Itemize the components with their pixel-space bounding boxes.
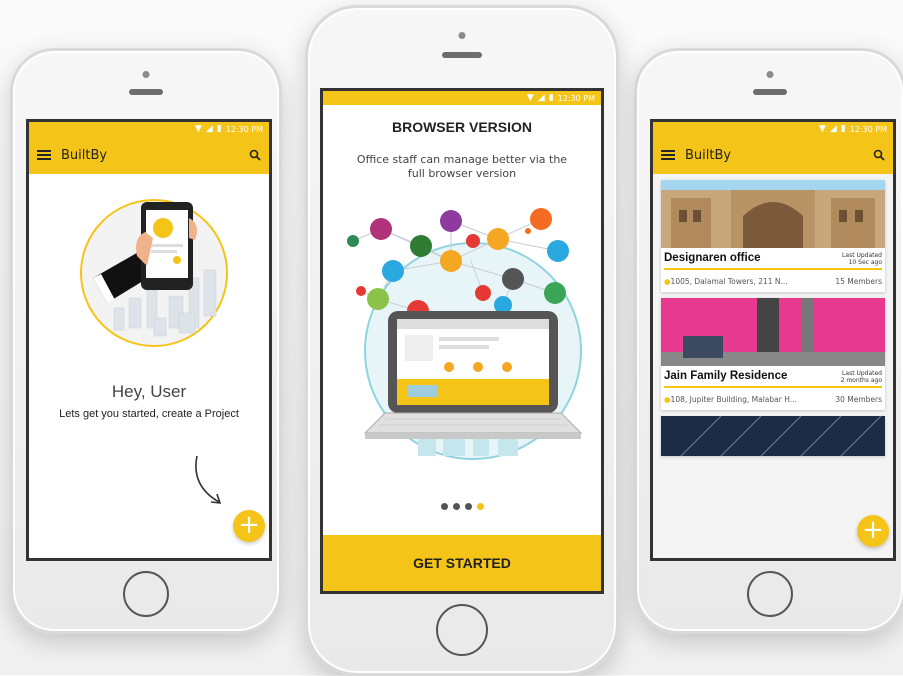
last-updated-value: 2 months ago [840, 377, 882, 384]
status-bar: ▼ ◢ ▮ 12:30 PM [653, 122, 893, 136]
last-updated: Last Updated 2 months ago [841, 370, 882, 384]
app-title: BuiltBy [685, 147, 732, 163]
home-button [747, 571, 793, 617]
onboarding-title: BROWSER VERSION [391, 119, 532, 135]
home-button [123, 571, 169, 617]
signal-icon: ◢ [829, 124, 837, 134]
search-icon[interactable] [873, 149, 885, 161]
battery-icon: ▮ [840, 124, 846, 134]
get-started-button[interactable]: GET STARTED [323, 535, 601, 591]
wifi-icon: ▼ [526, 93, 534, 103]
status-time: 12:30 PM [849, 124, 887, 134]
curved-arrow-icon [195, 455, 222, 504]
greeting-heading: Hey, User [111, 382, 187, 401]
screen-onboarding: ▼ ◢ ▮ 12:30 PM BROWSER VERSION Office st… [320, 88, 604, 594]
app-bar: BuiltBy [29, 136, 269, 174]
browser-network-illustration [347, 208, 583, 460]
front-camera [458, 32, 466, 39]
earpiece [129, 89, 163, 95]
page-indicator [323, 503, 601, 510]
status-time: 12:30 PM [557, 93, 595, 103]
last-updated-label: Last Updated [842, 252, 882, 259]
last-updated-value: 10 Sec ago [848, 259, 882, 266]
front-camera [766, 71, 774, 78]
front-camera [142, 71, 150, 78]
page-dot[interactable] [452, 503, 460, 510]
divider [664, 268, 882, 270]
project-card[interactable]: Jain Family Residence Last Updated 2 mon… [661, 298, 885, 410]
phone-center: ▼ ◢ ▮ 12:30 PM BROWSER VERSION Office st… [305, 5, 619, 676]
last-updated: Last Updated 10 Sec ago [842, 252, 882, 266]
phone-right: ▼ ◢ ▮ 12:30 PM BuiltBy Designaren office [634, 48, 903, 634]
phone-left: ▼ ◢ ▮ 12:30 PM BuiltBy Hey, User Lets ge… [10, 48, 282, 634]
greeting-subtitle: Lets get you started, create a Project [59, 408, 239, 420]
project-members: 15 Members [835, 277, 882, 286]
earpiece [753, 89, 787, 95]
project-card[interactable]: Designaren office Last Updated 10 Sec ag… [661, 180, 885, 292]
home-button [436, 604, 488, 656]
wifi-icon: ▼ [818, 124, 826, 134]
app-bar: BuiltBy [653, 136, 893, 174]
menu-icon[interactable] [661, 150, 675, 160]
status-bar: ▼ ◢ ▮ 12:30 PM [29, 122, 269, 136]
project-address: 108, Jupiter Building, Malabar H... [670, 395, 797, 404]
search-icon[interactable] [249, 149, 261, 161]
project-name: Designaren office [664, 252, 761, 264]
wifi-icon: ▼ [194, 124, 202, 134]
add-project-button[interactable]: + [233, 510, 265, 542]
earpiece [442, 52, 482, 58]
hand-phone-illustration [80, 199, 228, 347]
app-title: BuiltBy [61, 147, 108, 163]
status-bar: ▼ ◢ ▮ 12:30 PM [323, 91, 601, 105]
battery-icon: ▮ [216, 124, 222, 134]
project-photo [661, 180, 885, 248]
project-address: 1005, Dalamal Towers, 211 N... [670, 277, 788, 286]
menu-icon[interactable] [37, 150, 51, 160]
add-icon: + [862, 515, 884, 545]
signal-icon: ◢ [205, 124, 213, 134]
page-dot[interactable] [464, 503, 472, 510]
screen-projects: ▼ ◢ ▮ 12:30 PM BuiltBy Designaren office [650, 119, 896, 561]
divider [664, 386, 882, 388]
page-dot[interactable] [440, 503, 448, 510]
page-dot-active[interactable] [476, 503, 484, 510]
last-updated-label: Last Updated [842, 370, 882, 377]
project-photo [661, 298, 885, 366]
project-photo [661, 416, 885, 456]
screen-home: ▼ ◢ ▮ 12:30 PM BuiltBy Hey, User Lets ge… [26, 119, 272, 561]
project-members: 30 Members [835, 395, 882, 404]
battery-icon: ▮ [548, 93, 554, 103]
project-name: Jain Family Residence [664, 370, 788, 382]
signal-icon: ◢ [537, 93, 545, 103]
add-project-button[interactable]: + [857, 515, 889, 547]
project-card[interactable] [661, 416, 885, 456]
add-icon: + [238, 510, 260, 540]
status-time: 12:30 PM [225, 124, 263, 134]
onboarding-description: Office staff can manage better via the f… [356, 153, 568, 180]
